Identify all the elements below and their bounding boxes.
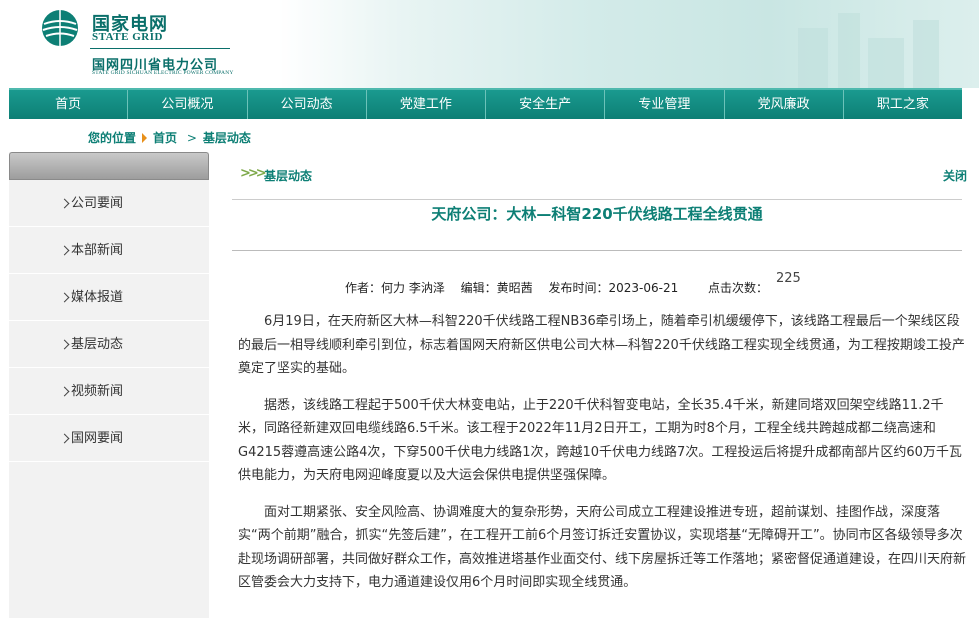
article-meta: 作者：何力 李汭泽 编辑：黄昭茜 发布时间：2023-06-21 <box>345 279 690 296</box>
chevron-right-icon <box>59 339 70 350</box>
nav-safety[interactable]: 安全生产 <box>486 90 606 119</box>
article-date: 发布时间：2023-06-21 <box>548 281 679 295</box>
chevron-right-icon <box>59 198 70 209</box>
site-header: 国家电网 STATE GRID 国网四川省电力公司 STATE GRID SIC… <box>0 0 979 88</box>
state-grid-logo-icon <box>42 10 78 46</box>
sidebar: 公司要闻 本部新闻 媒体报道 基层动态 视频新闻 国网要闻 <box>9 152 209 618</box>
article-editor: 编辑：黄昭茜 <box>460 281 533 295</box>
chevron-right-icon <box>59 386 70 397</box>
sidebar-item-company-news[interactable]: 公司要闻 <box>9 180 209 227</box>
chevron-right-icon <box>59 245 70 256</box>
divider <box>232 199 962 200</box>
article-title: 天府公司：大林—科智220千伏线路工程全线贯通 <box>431 205 763 223</box>
nav-home[interactable]: 首页 <box>9 90 129 119</box>
article-paragraph: 6月19日，在天府新区大林—科智220千伏线路工程NB36牵引场上，随着牵引机缓… <box>238 314 965 376</box>
nav-professional-management[interactable]: 专业管理 <box>605 90 725 119</box>
logo-english: STATE GRID <box>92 31 163 43</box>
section-title: 基层动态 <box>264 169 313 183</box>
company-name-english: STATE GRID SICHUAN ELECTRIC POWER COMPAN… <box>92 70 234 76</box>
sidebar-item-hq-news[interactable]: 本部新闻 <box>9 227 209 274</box>
double-chevron-icon: >>> <box>240 166 267 181</box>
sidebar-item-label: 视频新闻 <box>71 384 124 399</box>
nav-company-news[interactable]: 公司动态 <box>248 90 367 119</box>
sidebar-item-sgcc-news[interactable]: 国网要闻 <box>9 415 209 462</box>
breadcrumb-label: 您的位置 <box>88 131 137 145</box>
sidebar-header <box>9 152 209 180</box>
sidebar-item-label: 本部新闻 <box>71 243 124 258</box>
hits-count: 225 <box>776 271 801 286</box>
chevron-right-icon <box>59 433 70 444</box>
nav-party-building[interactable]: 党建工作 <box>367 90 486 119</box>
nav-staff-home[interactable]: 职工之家 <box>844 90 962 119</box>
article-paragraph: 据悉，该线路工程起于500千伏大林变电站，止于220千伏科智变电站，全长35.4… <box>238 397 962 484</box>
logo-divider <box>90 48 230 49</box>
nav-integrity[interactable]: 党风廉政 <box>725 90 844 119</box>
sidebar-item-media[interactable]: 媒体报道 <box>9 274 209 321</box>
hits-label: 点击次数： <box>708 281 769 295</box>
article-author: 作者：何力 李汭泽 <box>345 281 445 295</box>
chevron-right-icon <box>59 292 70 303</box>
sidebar-item-label: 媒体报道 <box>71 290 124 305</box>
article-body: 6月19日，在天府新区大林—科智220千伏线路工程NB36牵引场上，随着牵引机缓… <box>238 310 966 608</box>
divider <box>232 250 962 251</box>
breadcrumb-home-link[interactable]: 首页 <box>153 129 177 146</box>
sidebar-item-video[interactable]: 视频新闻 <box>9 368 209 415</box>
triangle-right-icon <box>142 132 148 143</box>
main-nav: 首页 公司概况 公司动态 党建工作 安全生产 专业管理 党风廉政 职工之家 <box>9 88 962 119</box>
header-banner-image <box>278 0 979 88</box>
breadcrumb: 您的位置 首页 > 基层动态 <box>88 129 251 146</box>
article-paragraph: 面对工期紧张、安全风险高、协调难度大的复杂形势，天府公司成立工程建设推进专班，超… <box>238 504 967 591</box>
close-link[interactable]: 关闭 <box>943 167 967 184</box>
section-header: >>> 基层动态 关闭 <box>232 160 967 190</box>
sidebar-item-label: 公司要闻 <box>71 196 124 211</box>
sidebar-item-grassroots[interactable]: 基层动态 <box>9 321 209 368</box>
sidebar-item-label: 国网要闻 <box>71 431 124 446</box>
breadcrumb-current[interactable]: 基层动态 <box>203 129 251 146</box>
sidebar-item-label: 基层动态 <box>71 337 124 352</box>
nav-company-overview[interactable]: 公司概况 <box>128 90 248 119</box>
chevron-right-icon: > <box>183 130 197 145</box>
article-panel: >>> 基层动态 关闭 天府公司：大林—科智220千伏线路工程全线贯通 作者：何… <box>232 152 979 618</box>
